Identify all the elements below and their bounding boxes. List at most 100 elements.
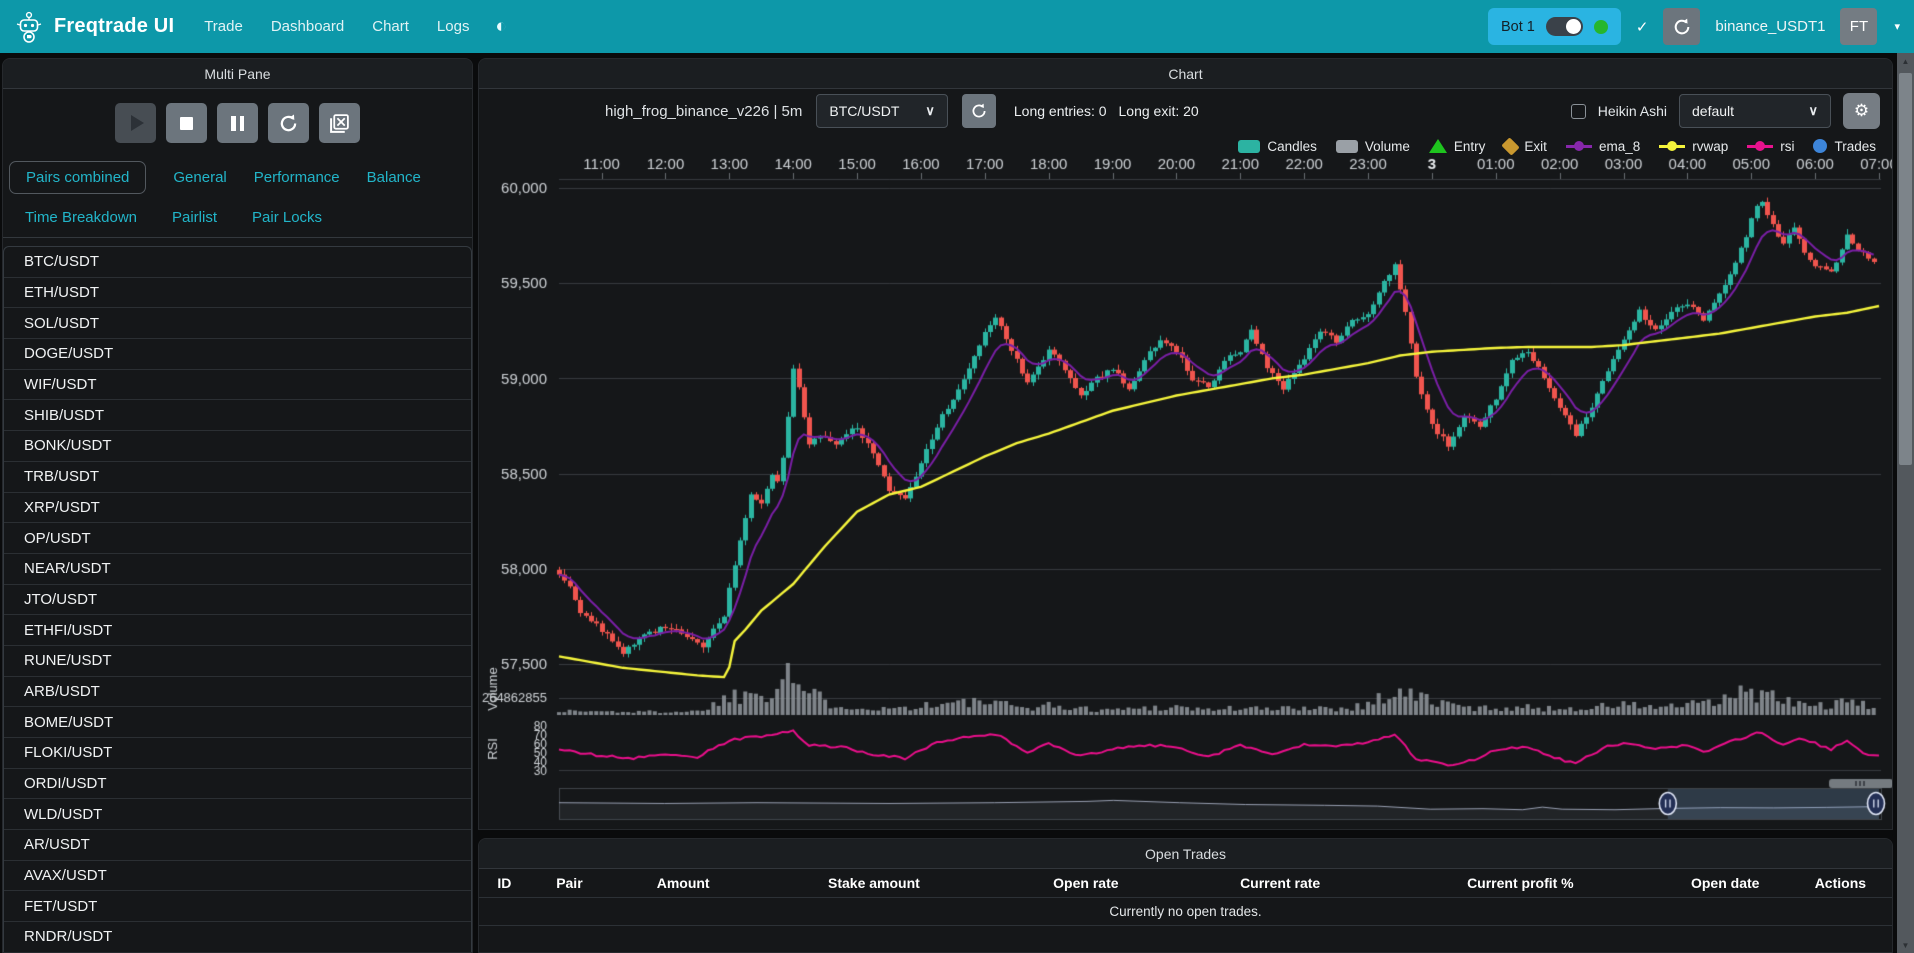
pause-bot-button[interactable] [217, 103, 258, 143]
reload-icon [279, 114, 298, 133]
chart-canvas[interactable] [479, 149, 1893, 830]
chart-toolbar-right: Heikin Ashi default ∨ ⚙ [1571, 93, 1880, 129]
freqtrade-robot-logo [14, 10, 44, 44]
strategy-title: high_frog_binance_v226 | 5m [605, 103, 802, 120]
user-avatar[interactable]: FT [1840, 8, 1877, 45]
open-trades-empty-message: Currently no open trades. [479, 898, 1892, 926]
pair-row-ar[interactable]: AR/USDT [4, 830, 471, 861]
refresh-icon [971, 103, 987, 119]
global-refresh-button[interactable] [1663, 8, 1700, 45]
scroll-down-arrow-icon[interactable]: ▼ [1897, 937, 1914, 953]
column-header-actions: Actions [1789, 875, 1892, 891]
brand-title[interactable]: Freqtrade UI [54, 15, 174, 38]
forceexit-chart-button[interactable] [319, 103, 360, 143]
pair-row-fet[interactable]: FET/USDT [4, 891, 471, 922]
tab-pairlist[interactable]: Pairlist [172, 209, 217, 226]
tab-time-breakdown[interactable]: Time Breakdown [25, 209, 137, 226]
pair-row-wif[interactable]: WIF/USDT [4, 370, 471, 401]
bot-control-buttons [3, 89, 472, 153]
pair-row-ordi[interactable]: ORDI/USDT [4, 769, 471, 800]
pair-row-jto[interactable]: JTO/USDT [4, 585, 471, 616]
pair-row-shib[interactable]: SHIB/USDT [4, 400, 471, 431]
play-icon [131, 115, 144, 131]
chevron-down-icon: ∨ [1808, 103, 1818, 119]
pair-row-op[interactable]: OP/USDT [4, 523, 471, 554]
pair-row-avax[interactable]: AVAX/USDT [4, 861, 471, 892]
signal-counts: Long entries: 0Long exit: 20 [1014, 103, 1199, 119]
open-trades-panel: Open Trades IDPairAmountStake amountOpen… [478, 838, 1893, 953]
tab-pair-locks[interactable]: Pair Locks [252, 209, 322, 226]
stop-bot-button[interactable] [166, 103, 207, 143]
pair-row-floki[interactable]: FLOKI/USDT [4, 738, 471, 769]
bot-selector[interactable]: Bot 1 [1488, 8, 1621, 45]
user-menu-caret-icon[interactable]: ▾ [1894, 20, 1900, 33]
reload-config-button[interactable] [268, 103, 309, 143]
column-header-current-profit-: Current profit % [1379, 875, 1662, 891]
pair-select-value: BTC/USDT [829, 103, 899, 119]
pair-row-eth[interactable]: ETH/USDT [4, 278, 471, 309]
plot-config-select[interactable]: default ∨ [1679, 94, 1831, 128]
pair-row-bonk[interactable]: BONK/USDT [4, 431, 471, 462]
pair-row-ethfi[interactable]: ETHFI/USDT [4, 615, 471, 646]
refresh-icon [1673, 18, 1691, 36]
multi-pane-header[interactable]: Multi Pane [3, 59, 472, 89]
chart-refresh-button[interactable] [962, 94, 996, 128]
rsi-swatch-icon [1747, 145, 1773, 148]
nav-item-logs[interactable]: Logs [437, 18, 470, 35]
pair-row-btc[interactable]: BTC/USDT [4, 247, 471, 278]
pair-row-bome[interactable]: BOME/USDT [4, 707, 471, 738]
nav-item-dashboard[interactable]: Dashboard [271, 18, 344, 35]
column-header-id: ID [479, 875, 530, 891]
stop-icon [180, 117, 193, 130]
tab-pairs-combined[interactable]: Pairs combined [9, 161, 146, 194]
toggle-knob [1566, 19, 1581, 34]
nav-item-chart[interactable]: Chart [372, 18, 409, 35]
column-header-current-rate: Current rate [1181, 875, 1379, 891]
pair-row-sol[interactable]: SOL/USDT [4, 308, 471, 339]
page-vertical-scrollbar[interactable]: ▲ ▼ [1897, 53, 1914, 953]
bot-health-check-icon: ✓ [1636, 18, 1649, 36]
tab-general[interactable]: General [173, 169, 226, 186]
navbar-right: Bot 1 ✓ binance_USDT1 FT ▾ [1488, 8, 1900, 45]
nav-item-trade[interactable]: Trade [204, 18, 243, 35]
chart-toolbar: high_frog_binance_v226 | 5m BTC/USDT ∨ L… [479, 89, 1892, 133]
pair-row-wld[interactable]: WLD/USDT [4, 799, 471, 830]
column-header-open-rate: Open rate [990, 875, 1181, 891]
gear-icon: ⚙ [1854, 101, 1869, 121]
column-header-pair: Pair [530, 875, 609, 891]
long-exit-count: Long exit: 20 [1119, 103, 1199, 119]
bot-label: Bot 1 [1501, 19, 1535, 35]
pause-icon [231, 116, 244, 131]
tabs-divider [3, 237, 472, 238]
chart-panel-header[interactable]: Chart [479, 59, 1892, 89]
sidebar-tabs-row1: Pairs combined General Performance Balance [3, 153, 472, 197]
chevron-down-icon: ∨ [925, 103, 935, 119]
multi-pane-panel: Multi Pane Pairs combined General Performa… [2, 58, 473, 953]
scroll-up-arrow-icon[interactable]: ▲ [1897, 53, 1914, 69]
remove-chart-icon [329, 113, 350, 134]
pair-row-rndr[interactable]: RNDR/USDT [4, 922, 471, 953]
app-root: Freqtrade UI Trade Dashboard Chart Logs ◐ B… [0, 0, 1914, 953]
nav-items: Trade Dashboard Chart Logs [204, 18, 469, 35]
pair-row-trb[interactable]: TRB/USDT [4, 462, 471, 493]
pair-row-arb[interactable]: ARB/USDT [4, 677, 471, 708]
tab-performance[interactable]: Performance [254, 169, 340, 186]
pair-row-doge[interactable]: DOGE/USDT [4, 339, 471, 370]
heikin-ashi-checkbox[interactable] [1571, 104, 1586, 119]
pair-row-near[interactable]: NEAR/USDT [4, 554, 471, 585]
open-trades-column-headers: IDPairAmountStake amountOpen rateCurrent… [479, 869, 1892, 898]
pair-row-xrp[interactable]: XRP/USDT [4, 493, 471, 524]
rvwap-swatch-icon [1659, 145, 1685, 148]
bot-online-indicator [1594, 20, 1608, 34]
plot-settings-button[interactable]: ⚙ [1843, 93, 1880, 129]
tab-balance[interactable]: Balance [367, 169, 421, 186]
heikin-ashi-label: Heikin Ashi [1598, 103, 1667, 119]
column-header-stake-amount: Stake amount [757, 875, 990, 891]
pair-row-rune[interactable]: RUNE/USDT [4, 646, 471, 677]
bot-name: binance_USDT1 [1715, 18, 1825, 35]
scrollbar-thumb[interactable] [1899, 73, 1912, 465]
start-bot-button[interactable] [115, 103, 156, 143]
pair-select[interactable]: BTC/USDT ∨ [816, 94, 948, 128]
theme-toggle-icon[interactable]: ◐ [495, 16, 506, 38]
bot-enable-toggle[interactable] [1546, 17, 1583, 36]
